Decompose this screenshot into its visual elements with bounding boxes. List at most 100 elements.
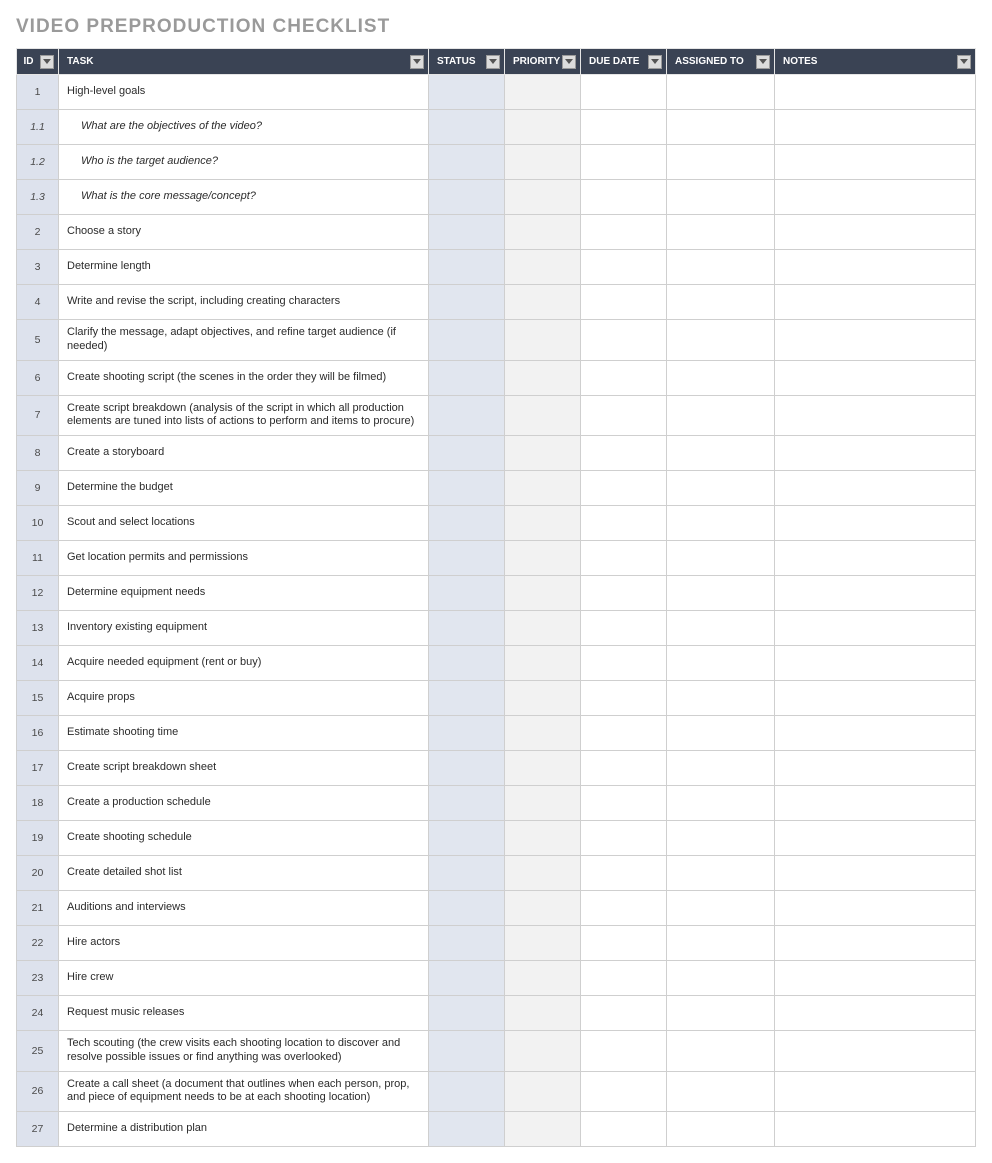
cell-priority[interactable] — [505, 320, 581, 361]
cell-task[interactable]: Create a production schedule — [59, 786, 429, 821]
cell-notes[interactable] — [775, 215, 976, 250]
cell-status[interactable] — [429, 611, 505, 646]
cell-notes[interactable] — [775, 1031, 976, 1072]
cell-assigned[interactable] — [667, 436, 775, 471]
cell-notes[interactable] — [775, 751, 976, 786]
cell-id[interactable]: 10 — [17, 506, 59, 541]
cell-priority[interactable] — [505, 471, 581, 506]
cell-duedate[interactable] — [581, 180, 667, 215]
cell-notes[interactable] — [775, 996, 976, 1031]
cell-notes[interactable] — [775, 646, 976, 681]
cell-notes[interactable] — [775, 250, 976, 285]
cell-status[interactable] — [429, 681, 505, 716]
cell-id[interactable]: 17 — [17, 751, 59, 786]
cell-notes[interactable] — [775, 110, 976, 145]
cell-duedate[interactable] — [581, 541, 667, 576]
cell-duedate[interactable] — [581, 716, 667, 751]
cell-assigned[interactable] — [667, 751, 775, 786]
cell-duedate[interactable] — [581, 75, 667, 110]
cell-notes[interactable] — [775, 716, 976, 751]
cell-duedate[interactable] — [581, 215, 667, 250]
cell-duedate[interactable] — [581, 996, 667, 1031]
cell-task[interactable]: Create script breakdown (analysis of the… — [59, 395, 429, 436]
cell-assigned[interactable] — [667, 926, 775, 961]
cell-assigned[interactable] — [667, 320, 775, 361]
cell-priority[interactable] — [505, 75, 581, 110]
cell-duedate[interactable] — [581, 926, 667, 961]
cell-notes[interactable] — [775, 360, 976, 395]
cell-duedate[interactable] — [581, 360, 667, 395]
filter-dropdown-icon[interactable] — [648, 55, 662, 69]
cell-duedate[interactable] — [581, 1031, 667, 1072]
cell-status[interactable] — [429, 395, 505, 436]
cell-assigned[interactable] — [667, 180, 775, 215]
cell-status[interactable] — [429, 145, 505, 180]
cell-priority[interactable] — [505, 786, 581, 821]
cell-task[interactable]: Hire actors — [59, 926, 429, 961]
cell-priority[interactable] — [505, 856, 581, 891]
cell-status[interactable] — [429, 1112, 505, 1147]
cell-assigned[interactable] — [667, 891, 775, 926]
cell-id[interactable]: 2 — [17, 215, 59, 250]
cell-id[interactable]: 8 — [17, 436, 59, 471]
cell-status[interactable] — [429, 436, 505, 471]
cell-notes[interactable] — [775, 320, 976, 361]
cell-task[interactable]: Get location permits and permissions — [59, 541, 429, 576]
cell-task[interactable]: Create detailed shot list — [59, 856, 429, 891]
cell-status[interactable] — [429, 1031, 505, 1072]
cell-task[interactable]: Clarify the message, adapt objectives, a… — [59, 320, 429, 361]
cell-task[interactable]: Acquire needed equipment (rent or buy) — [59, 646, 429, 681]
cell-task[interactable]: Create shooting script (the scenes in th… — [59, 360, 429, 395]
cell-id[interactable]: 11 — [17, 541, 59, 576]
cell-priority[interactable] — [505, 285, 581, 320]
cell-id[interactable]: 1 — [17, 75, 59, 110]
cell-duedate[interactable] — [581, 285, 667, 320]
cell-task[interactable]: Estimate shooting time — [59, 716, 429, 751]
cell-duedate[interactable] — [581, 681, 667, 716]
cell-task[interactable]: What is the core message/concept? — [59, 180, 429, 215]
cell-duedate[interactable] — [581, 961, 667, 996]
cell-priority[interactable] — [505, 436, 581, 471]
cell-notes[interactable] — [775, 926, 976, 961]
cell-notes[interactable] — [775, 786, 976, 821]
cell-id[interactable]: 23 — [17, 961, 59, 996]
cell-assigned[interactable] — [667, 716, 775, 751]
cell-status[interactable] — [429, 285, 505, 320]
filter-dropdown-icon[interactable] — [562, 55, 576, 69]
cell-assigned[interactable] — [667, 856, 775, 891]
cell-status[interactable] — [429, 891, 505, 926]
cell-assigned[interactable] — [667, 471, 775, 506]
cell-priority[interactable] — [505, 506, 581, 541]
cell-task[interactable]: Who is the target audience? — [59, 145, 429, 180]
cell-notes[interactable] — [775, 576, 976, 611]
cell-task[interactable]: Create a call sheet (a document that out… — [59, 1071, 429, 1112]
cell-priority[interactable] — [505, 180, 581, 215]
cell-priority[interactable] — [505, 541, 581, 576]
cell-assigned[interactable] — [667, 506, 775, 541]
cell-priority[interactable] — [505, 1112, 581, 1147]
cell-id[interactable]: 21 — [17, 891, 59, 926]
cell-task[interactable]: Write and revise the script, including c… — [59, 285, 429, 320]
cell-status[interactable] — [429, 250, 505, 285]
cell-id[interactable]: 3 — [17, 250, 59, 285]
cell-task[interactable]: High-level goals — [59, 75, 429, 110]
cell-assigned[interactable] — [667, 215, 775, 250]
cell-assigned[interactable] — [667, 961, 775, 996]
cell-assigned[interactable] — [667, 821, 775, 856]
cell-status[interactable] — [429, 471, 505, 506]
cell-priority[interactable] — [505, 395, 581, 436]
cell-assigned[interactable] — [667, 996, 775, 1031]
cell-task[interactable]: Acquire props — [59, 681, 429, 716]
cell-notes[interactable] — [775, 395, 976, 436]
cell-status[interactable] — [429, 215, 505, 250]
cell-notes[interactable] — [775, 506, 976, 541]
cell-notes[interactable] — [775, 285, 976, 320]
cell-notes[interactable] — [775, 891, 976, 926]
cell-task[interactable]: Create script breakdown sheet — [59, 751, 429, 786]
cell-notes[interactable] — [775, 1112, 976, 1147]
cell-assigned[interactable] — [667, 250, 775, 285]
cell-status[interactable] — [429, 506, 505, 541]
cell-task[interactable]: Tech scouting (the crew visits each shoo… — [59, 1031, 429, 1072]
cell-task[interactable]: Choose a story — [59, 215, 429, 250]
filter-dropdown-icon[interactable] — [756, 55, 770, 69]
